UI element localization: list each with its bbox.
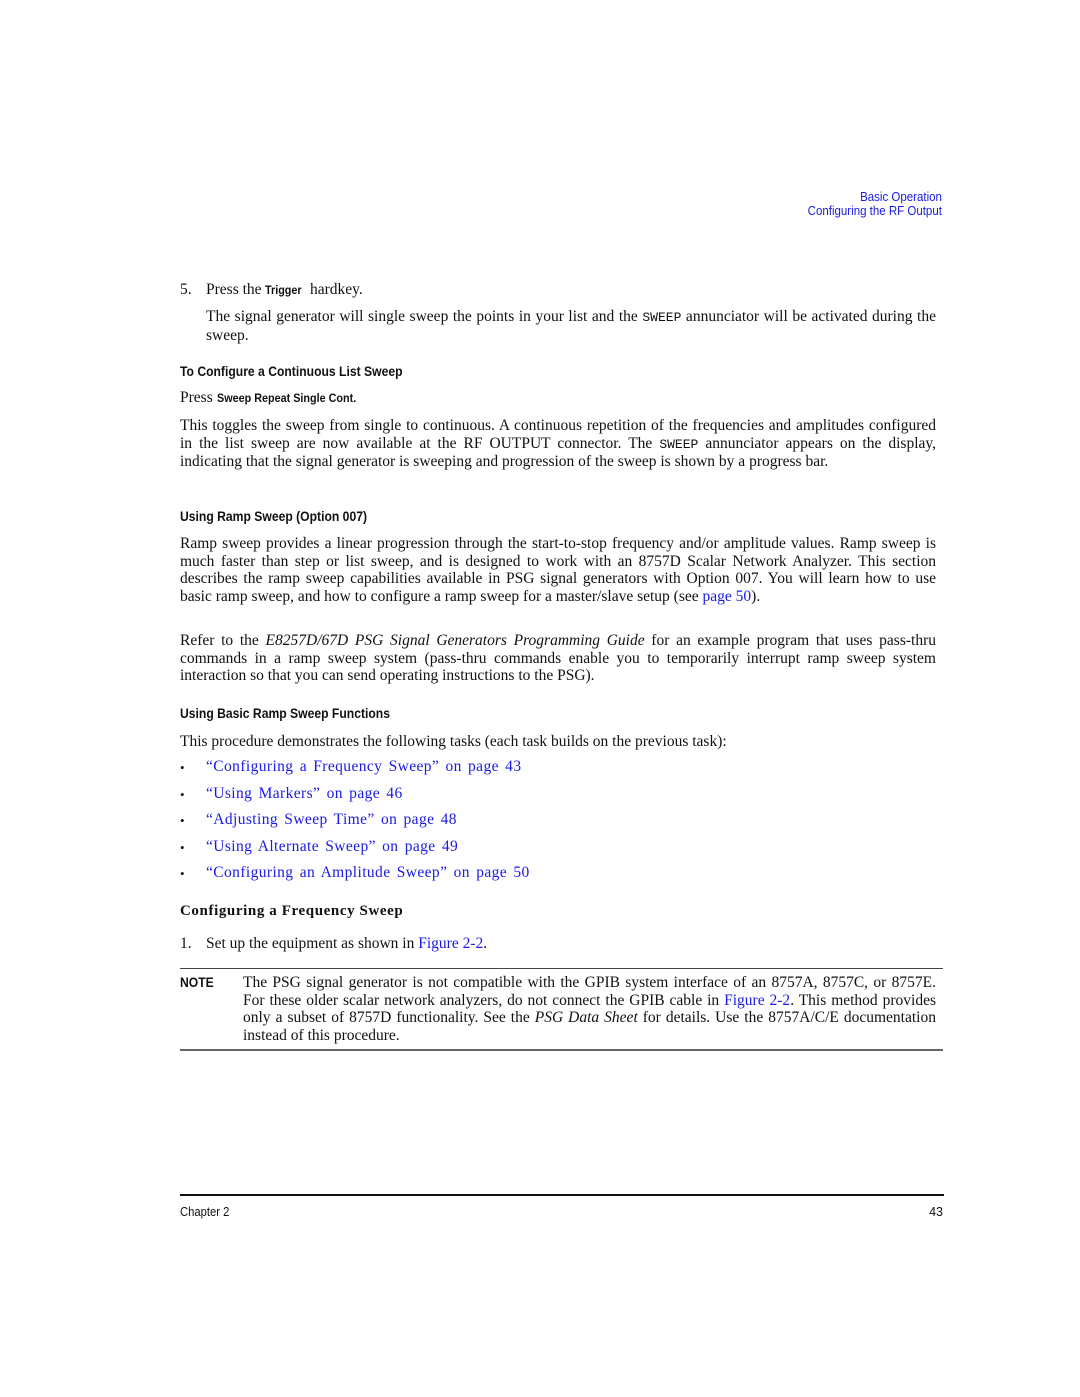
softkey-sequence: Sweep Repeat Single Cont. [216,391,356,405]
note-label: NOTE [180,975,214,990]
footer-rule [180,1194,944,1196]
note-text: The PSG signal generator is not compatib… [243,974,936,1045]
step-number: 1. [180,935,192,952]
step-5-detail: The signal generator will single sweep t… [206,308,936,344]
task-link-sweep-time[interactable]: “Adjusting Sweep Time” on page 48 [206,811,457,829]
body-text: Ramp sweep provides a linear progression… [180,535,936,606]
sweep-annunciator-code: SWEEP [642,310,682,325]
bullet-icon: • [180,813,185,828]
body-text: Refer to the [180,632,266,649]
ramp-paragraph-2: Refer to the E8257D/67D PSG Signal Gener… [180,632,936,685]
page-50-link[interactable]: page 50 [703,588,752,605]
note-top-rule [180,968,943,969]
task-list: • “Configuring a Frequency Sweep” on page… [180,758,530,891]
running-head: Basic Operation Configuring the RF Outpu… [808,190,942,218]
list-item: • “Configuring a Frequency Sweep” on page… [180,758,530,785]
list-item: • “Using Markers” on page 46 [180,785,530,812]
step-text: . [483,935,488,952]
figure-2-2-link[interactable]: Figure 2-2 [418,935,483,952]
continuous-body: This toggles the sweep from single to co… [180,417,936,471]
running-head-subsection-link[interactable]: Configuring the RF Output [808,204,942,218]
sweep-annunciator-code: SWEEP [659,436,699,452]
heading-configuring-frequency-sweep: Configuring a Frequency Sweep [180,903,404,919]
step-text: Set up the equipment as shown in [206,935,419,952]
press-label: Press [180,389,217,406]
list-item: • “Using Alternate Sweep” on page 49 [180,838,530,865]
task-link-amplitude-sweep[interactable]: “Configuring an Amplitude Sweep” on page… [206,864,530,882]
trigger-hardkey-label: Trigger [265,283,303,297]
bullet-icon: • [180,866,185,881]
task-link-markers[interactable]: “Using Markers” on page 46 [206,785,403,803]
heading-continuous-list-sweep: To Configure a Continuous List Sweep [180,364,403,379]
programming-guide-title: E8257D/67D PSG Signal Generators Program… [265,632,645,649]
data-sheet-title: PSG Data Sheet [534,1009,638,1027]
step-text: Press the [206,281,266,298]
task-link-alternate-sweep[interactable]: “Using Alternate Sweep” on page 49 [206,838,458,856]
note-bottom-rule [180,1049,943,1051]
ramp-paragraph-1: Ramp sweep provides a linear progression… [180,535,936,606]
step-number: 5. [180,281,192,298]
bullet-icon: • [180,786,185,802]
task-link-frequency-sweep[interactable]: “Configuring a Frequency Sweep” on page … [206,758,521,776]
footer-chapter: Chapter 2 [180,1205,230,1219]
list-item: • “Adjusting Sweep Time” on page 48 [180,811,530,838]
body-text: The signal generator will single sweep t… [206,308,643,325]
bullet-icon: • [180,760,185,775]
step-1-text: Set up the equipment as shown in Figure … [206,935,936,953]
footer-page-number: 43 [929,1205,943,1219]
bullet-icon: • [180,839,185,855]
body-text: ). [751,588,761,606]
running-head-section-link[interactable]: Basic Operation [808,190,942,204]
basic-ramp-intro: This procedure demonstrates the followin… [180,733,727,750]
list-item: • “Configuring an Amplitude Sweep” on pag… [180,864,530,891]
step-5-text: Press the Trigger hardkey. [206,281,936,300]
step-text: hardkey. [306,281,363,298]
figure-2-2-link[interactable]: Figure 2-2 [724,992,790,1009]
heading-ramp-sweep: Using Ramp Sweep (Option 007) [180,509,368,524]
press-instruction: Press Sweep Repeat Single Cont. [180,389,936,408]
heading-basic-ramp-functions: Using Basic Ramp Sweep Functions [180,706,390,721]
